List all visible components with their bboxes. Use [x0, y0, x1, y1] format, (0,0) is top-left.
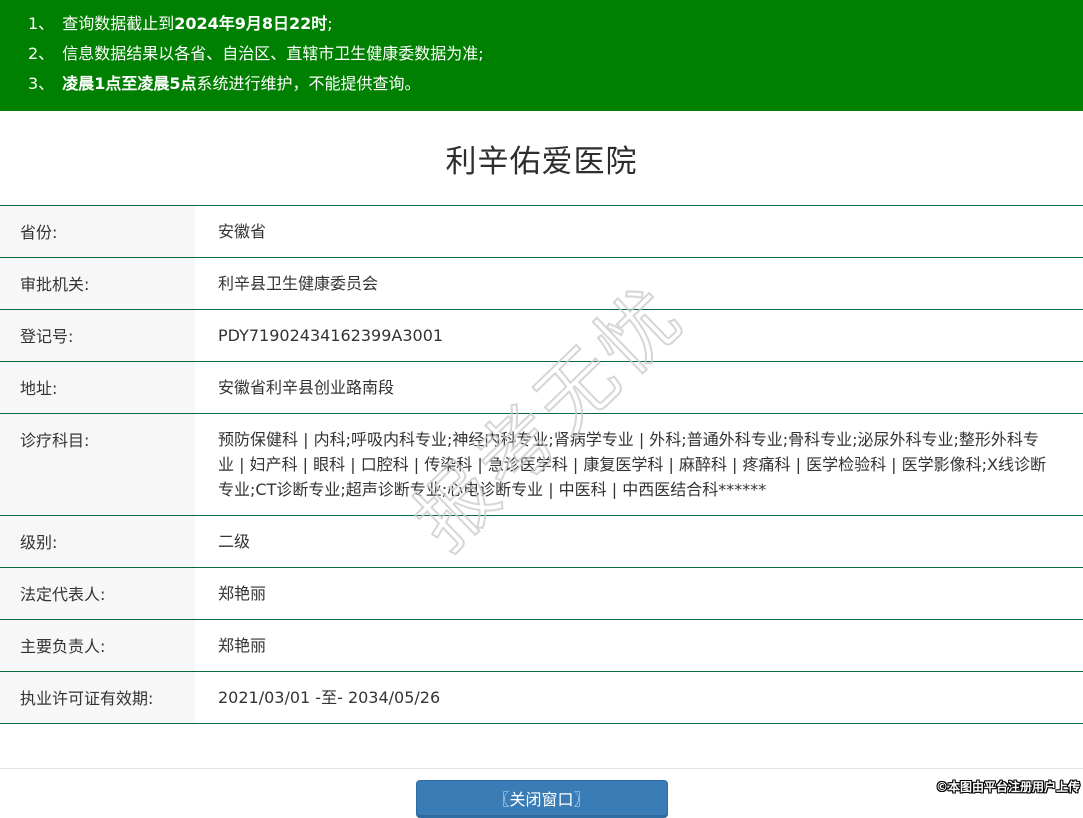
- table-row: 诊疗科目:预防保健科 | 内科;呼吸内科专业;神经内科专业;肾病学专业 | 外科…: [0, 414, 1083, 516]
- row-label: 地址:: [0, 362, 195, 413]
- notice-number: 2、: [28, 44, 54, 63]
- notice-text: 系统进行维护，不能提供查询。: [196, 74, 420, 93]
- notice-item: 2、信息数据结果以各省、自治区、直辖市卫生健康委数据为准;: [28, 39, 1073, 69]
- info-table: 省份:安徽省审批机关:利辛县卫生健康委员会登记号:PDY719024341623…: [0, 205, 1083, 724]
- row-value: 2021/03/01 -至- 2034/05/26: [195, 672, 1083, 723]
- table-row: 省份:安徽省: [0, 206, 1083, 258]
- notice-banner: 1、查询数据截止到2024年9月8日22时;2、信息数据结果以各省、自治区、直辖…: [0, 0, 1083, 111]
- row-label: 执业许可证有效期:: [0, 672, 195, 723]
- row-label: 审批机关:: [0, 258, 195, 309]
- button-area: 〖关闭窗口〗: [0, 769, 1083, 818]
- row-label: 诊疗科目:: [0, 414, 195, 515]
- row-value: 利辛县卫生健康委员会: [195, 258, 1083, 309]
- row-value: 郑艳丽: [195, 620, 1083, 671]
- row-label: 主要负责人:: [0, 620, 195, 671]
- notice-number: 3、: [28, 74, 54, 93]
- notice-item: 3、凌晨1点至凌晨5点系统进行维护，不能提供查询。: [28, 69, 1073, 99]
- notice-text-bold: 2024年9月8日22时: [174, 14, 327, 33]
- row-label: 登记号:: [0, 310, 195, 361]
- notice-text: 信息数据结果以各省、自治区、直辖市卫生健康委数据为准;: [62, 44, 483, 63]
- photo-credit-watermark: ©本图由平台注册用户上传: [936, 778, 1080, 795]
- notice-text: 查询数据截止到: [62, 14, 174, 33]
- row-label: 法定代表人:: [0, 568, 195, 619]
- table-row: 级别:二级: [0, 516, 1083, 568]
- row-label: 级别:: [0, 516, 195, 567]
- page-title: 利辛佑爱医院: [0, 136, 1083, 181]
- row-value: 安徽省: [195, 206, 1083, 257]
- table-row: 法定代表人:郑艳丽: [0, 568, 1083, 620]
- row-value: PDY71902434162399A3001: [195, 310, 1083, 361]
- close-window-button[interactable]: 〖关闭窗口〗: [416, 780, 668, 818]
- row-value: 预防保健科 | 内科;呼吸内科专业;神经内科专业;肾病学专业 | 外科;普通外科…: [195, 414, 1083, 515]
- table-row: 执业许可证有效期:2021/03/01 -至- 2034/05/26: [0, 672, 1083, 724]
- row-value: 二级: [195, 516, 1083, 567]
- notice-item: 1、查询数据截止到2024年9月8日22时;: [28, 9, 1073, 39]
- notice-text: ;: [327, 14, 332, 33]
- notice-list: 1、查询数据截止到2024年9月8日22时;2、信息数据结果以各省、自治区、直辖…: [28, 9, 1073, 99]
- table-row: 登记号:PDY71902434162399A3001: [0, 310, 1083, 362]
- table-row: 地址:安徽省利辛县创业路南段: [0, 362, 1083, 414]
- notice-text-bold: 凌晨1点至凌晨5点: [62, 74, 196, 93]
- empty-table-row: [0, 724, 1083, 769]
- row-value: 安徽省利辛县创业路南段: [195, 362, 1083, 413]
- row-label: 省份:: [0, 206, 195, 257]
- table-row: 审批机关:利辛县卫生健康委员会: [0, 258, 1083, 310]
- notice-number: 1、: [28, 14, 54, 33]
- table-row: 主要负责人:郑艳丽: [0, 620, 1083, 672]
- row-value: 郑艳丽: [195, 568, 1083, 619]
